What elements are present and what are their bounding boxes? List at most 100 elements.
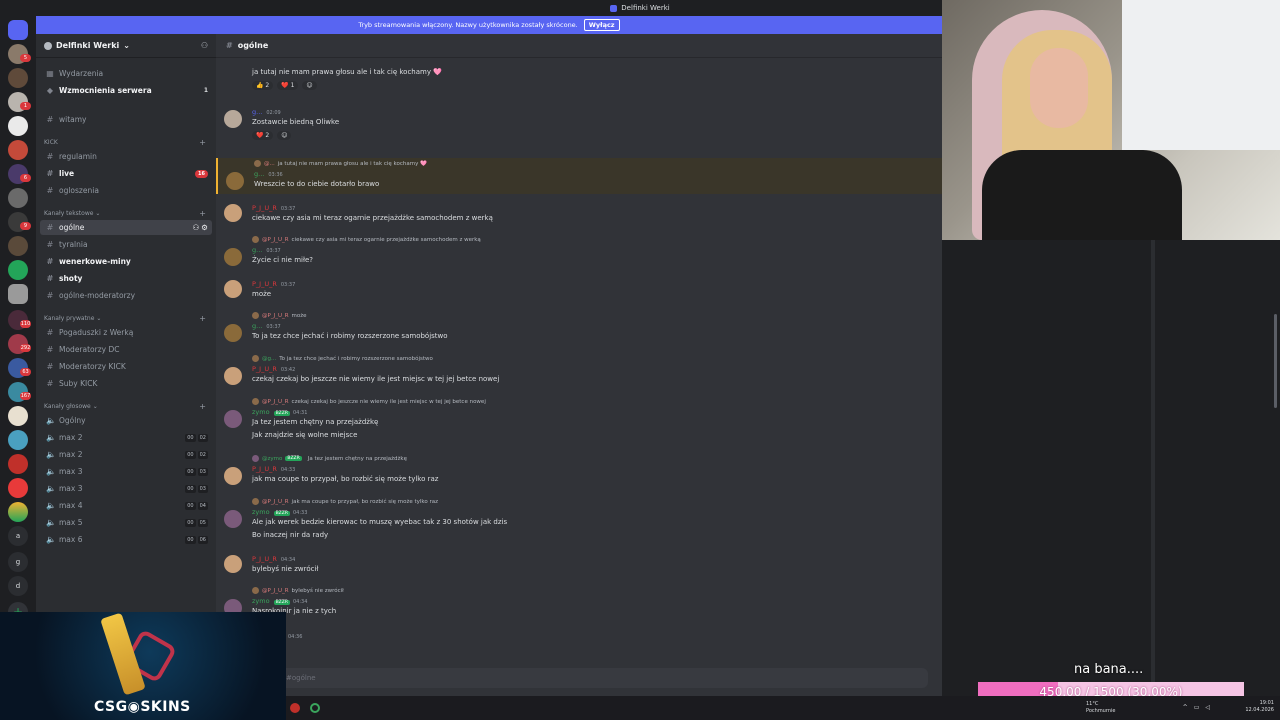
message[interactable]: @P_J_U_R może g... 03:37 To ja tez chce j… [216, 312, 942, 346]
username[interactable]: P_J_U_R [252, 280, 277, 288]
avatar[interactable] [224, 110, 242, 128]
channel-tyralnia[interactable]: # tyralnia [40, 237, 212, 252]
server-boosts-item[interactable]: ◆ Wzmocnienia serwera 1 [40, 83, 212, 98]
avatar[interactable] [224, 467, 242, 485]
message[interactable]: @P_J_U_R jak ma coupe to przypał, bo roz… [216, 498, 942, 546]
username[interactable]: g... [252, 322, 262, 330]
message[interactable]: @P_J_U_R ciekawe czy asia mi teraz ogarn… [216, 236, 942, 270]
clock[interactable]: 19:01 12.04.2026 [1245, 700, 1274, 714]
page-scrollbar-thumb[interactable] [1274, 314, 1277, 408]
username[interactable]: g... [252, 108, 262, 116]
add-channel-icon[interactable]: + [199, 138, 206, 147]
reply-preview[interactable]: @P_J_U_R może [252, 312, 307, 319]
reply-preview[interactable]: @P_J_U_R czekaj czekaj bo jeszcze nie wi… [252, 398, 486, 405]
add-channel-icon[interactable]: + [199, 209, 206, 218]
server-icon[interactable] [8, 406, 28, 426]
server-icon[interactable] [8, 478, 28, 498]
gear-icon[interactable]: ⚙ [201, 223, 208, 232]
volume-icon[interactable]: ◁ [1205, 704, 1210, 711]
username[interactable]: zymo [252, 408, 270, 416]
server-header[interactable]: Delfinki Werki ⌄ ⚇ [36, 34, 216, 58]
invite-icon[interactable]: ⚇ [201, 41, 208, 50]
message[interactable]: P_J_U_R 04:34 bylebyś nie zwrócił [216, 555, 942, 579]
message[interactable]: ja tutaj nie mam prawa głosu ale i tak c… [216, 66, 942, 96]
avatar[interactable] [224, 555, 242, 573]
message[interactable]: 04:36 [216, 632, 942, 642]
server-icon[interactable] [8, 430, 28, 450]
message[interactable]: @P_J_U_R bylebyś nie zwrócił zymo BZZR 04:… [216, 587, 942, 621]
reply-preview[interactable]: @... ja tutaj nie mam prawa głosu ale i … [254, 160, 427, 167]
reply-preview[interactable]: @P_J_U_R bylebyś nie zwrócił [252, 587, 344, 594]
reaction[interactable]: ❤️ 1 [277, 81, 299, 90]
username[interactable]: P_J_U_R [252, 465, 277, 473]
weather-widget[interactable]: 11°C Pochmurnie [1086, 701, 1115, 715]
voice-channel[interactable]: 🔈 max 2 00 02 [40, 430, 212, 445]
add-reaction-icon[interactable]: ☺ [277, 131, 292, 140]
message[interactable]: @g... To ja tez chce jechać i robimy roz… [216, 355, 942, 389]
avatar[interactable] [224, 324, 242, 342]
voice-channel[interactable]: 🔈 max 2 00 02 [40, 447, 212, 462]
brave-icon[interactable] [290, 703, 300, 713]
avatar[interactable] [224, 410, 242, 428]
category-private-channels[interactable]: Kanały prywatne ⌄ + [44, 314, 212, 323]
server-icon[interactable]: d [8, 576, 28, 596]
channel-suby-kick[interactable]: # Suby KICK [40, 376, 212, 391]
avatar[interactable] [224, 248, 242, 266]
app-icon[interactable] [310, 703, 320, 713]
username[interactable]: zymo [252, 597, 270, 605]
avatar[interactable] [224, 367, 242, 385]
avatar[interactable] [224, 510, 242, 528]
channel-witamy[interactable]: # witamy [40, 112, 212, 127]
channel-ogolne[interactable]: # ogólne ⚇ ⚙ [40, 220, 212, 235]
category-kick[interactable]: KICK + [44, 138, 212, 147]
server-icon[interactable] [8, 260, 28, 280]
reply-preview[interactable]: @P_J_U_R jak ma coupe to przypał, bo roz… [252, 498, 438, 505]
username[interactable]: P_J_U_R [252, 365, 277, 373]
channel-shoty[interactable]: # shoty [40, 271, 212, 286]
server-icon[interactable]: a [8, 526, 28, 546]
avatar[interactable] [226, 172, 244, 190]
message[interactable]: @P_J_U_R czekaj czekaj bo jeszcze nie wi… [216, 398, 942, 446]
message[interactable]: P_J_U_R 03:37 ciekawe czy asia mi teraz o… [216, 204, 942, 228]
server-icon[interactable] [8, 284, 28, 304]
avatar[interactable] [224, 280, 242, 298]
message-input[interactable]: #ogólne [268, 668, 928, 688]
channel-live[interactable]: # live 16 [40, 166, 212, 181]
disable-streamer-mode-button[interactable]: Wyłącz [583, 19, 620, 31]
voice-channel[interactable]: 🔈 max 5 00 05 [40, 515, 212, 530]
message[interactable]: P_J_U_R 03:37 może [216, 280, 942, 304]
username[interactable]: zymo [252, 508, 270, 516]
voice-channel-ogolny[interactable]: 🔈 Ogólny [40, 413, 212, 428]
channel-regulamin[interactable]: # regulamin [40, 149, 212, 164]
voice-channel[interactable]: 🔈 max 4 00 04 [40, 498, 212, 513]
avatar[interactable] [224, 204, 242, 222]
channel-ogloszenia[interactable]: # ogloszenia [40, 183, 212, 198]
invite-member-icon[interactable]: ⚇ [193, 223, 200, 232]
reaction[interactable]: ❤️ 2 [252, 131, 274, 140]
username[interactable]: P_J_U_R [252, 555, 277, 563]
category-text-channels[interactable]: Kanały tekstowe ⌄ + [44, 209, 212, 218]
channel-pogaduszki[interactable]: # Pogaduszki z Werką [40, 325, 212, 340]
voice-channel[interactable]: 🔈 max 6 00 06 [40, 532, 212, 547]
message[interactable]: g... 02:09 Zostawcie biedną Oliwke ❤️ 2 ☺ [216, 108, 942, 148]
network-icon[interactable]: ▭ [1194, 704, 1200, 711]
username[interactable]: g... [254, 170, 264, 178]
username[interactable]: g... [252, 246, 262, 254]
voice-channel[interactable]: 🔈 max 3 00 03 [40, 481, 212, 496]
reply-preview[interactable]: @zymo BZZR Ja tez jestem chętny na przej… [252, 455, 407, 462]
add-reaction-icon[interactable]: ☺ [302, 81, 317, 90]
reply-preview[interactable]: @g... To ja tez chce jechać i robimy roz… [252, 355, 433, 362]
add-channel-icon[interactable]: + [199, 314, 206, 323]
channel-moderatorzy-dc[interactable]: # Moderatorzy DC [40, 342, 212, 357]
message[interactable]: @zymo BZZR Ja tez jestem chętny na przej… [216, 455, 942, 489]
channel-moderatorzy-kick[interactable]: # Moderatorzy KICK [40, 359, 212, 374]
channel-wenerkowe-miny[interactable]: # wenerkowe-miny [40, 254, 212, 269]
server-icon[interactable] [8, 68, 28, 88]
server-icon[interactable] [8, 454, 28, 474]
server-icon[interactable] [8, 236, 28, 256]
server-icon[interactable] [8, 188, 28, 208]
server-icon[interactable] [8, 502, 28, 522]
chevron-up-icon[interactable]: ^ [1183, 704, 1188, 711]
username[interactable]: P_J_U_R [252, 204, 277, 212]
add-channel-icon[interactable]: + [199, 402, 206, 411]
